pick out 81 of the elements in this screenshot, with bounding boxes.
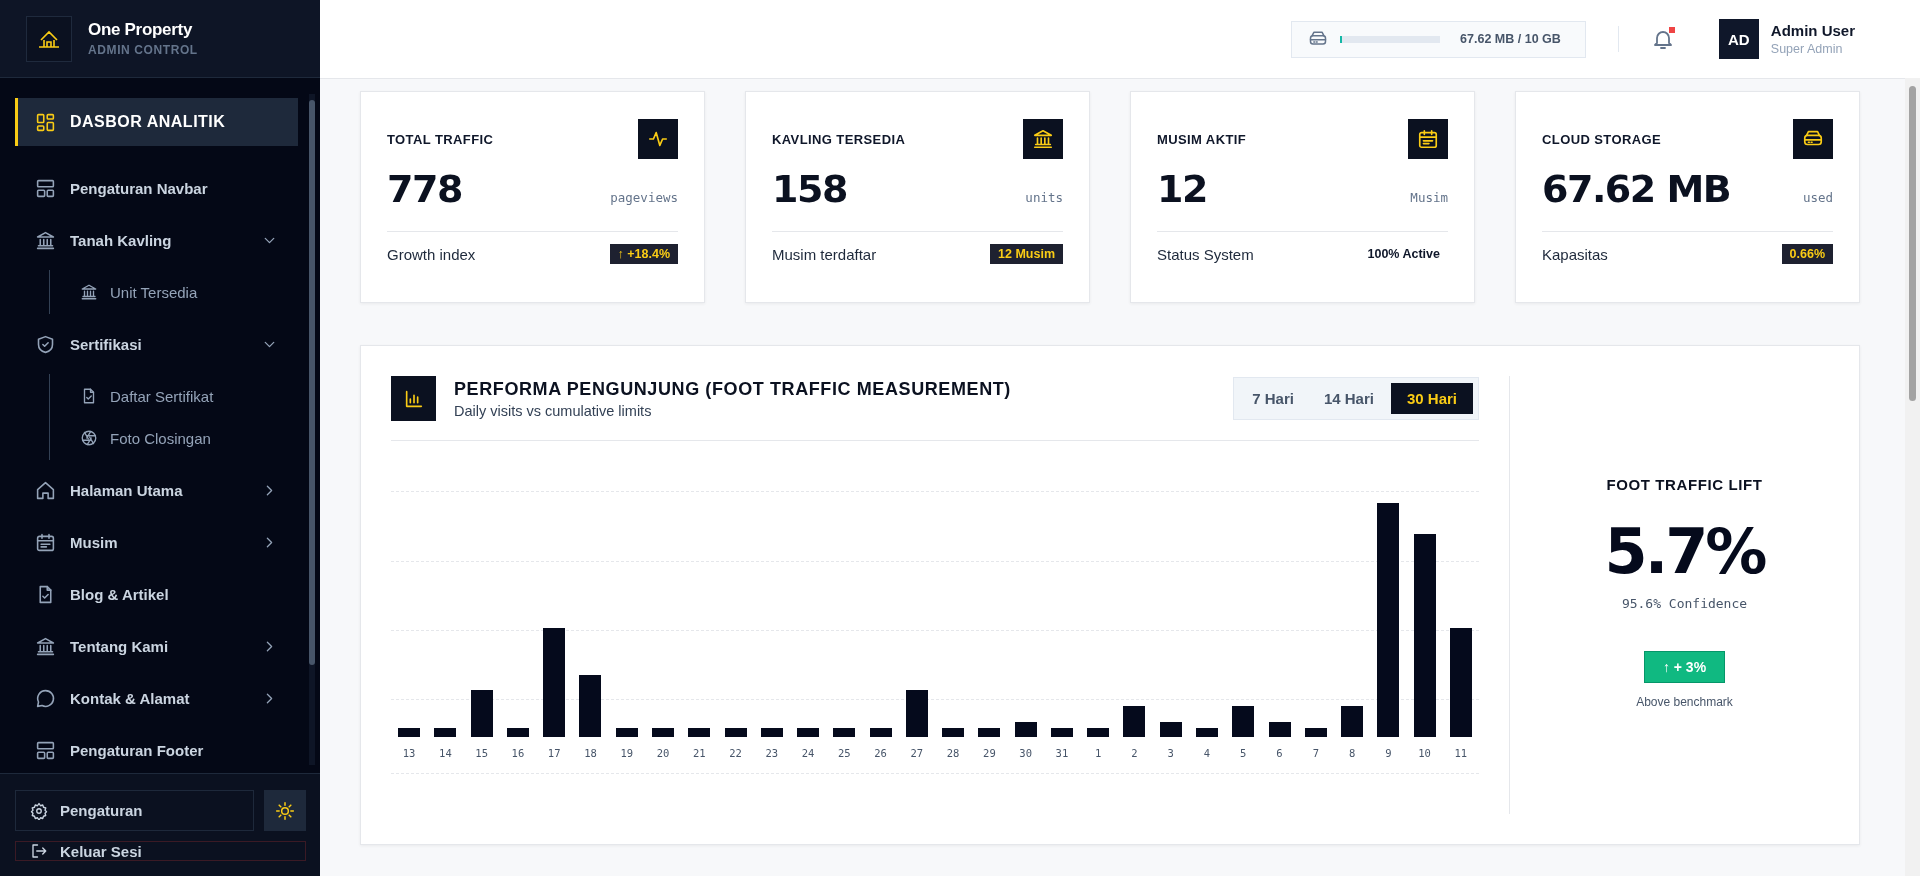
card-unit: pageviews (610, 190, 678, 205)
card-unit: Musim (1410, 190, 1448, 205)
nav-item[interactable]: Halaman Utama (15, 468, 298, 512)
axis-label: 6 (1275, 747, 1284, 759)
axis-label: 3 (1166, 747, 1175, 759)
axis-label: 15 (474, 747, 489, 759)
card-badge: ↑ +18.4% (609, 244, 678, 264)
axis-label: 4 (1202, 747, 1212, 759)
card-unit: used (1802, 190, 1833, 205)
nav-item[interactable]: Kontak & Alamat (15, 676, 298, 720)
axis-label: 23 (764, 747, 780, 759)
axis-label: 9 (1384, 747, 1393, 759)
nav-subitem[interactable]: Daftar Sertifikat (50, 376, 298, 416)
panel-title: PERFORMA PENGUNJUNG (FOOT TRAFFIC MEASUREMENT) (454, 378, 1012, 400)
card-badge: 12 Musim (990, 244, 1063, 264)
axis-label: 21 (691, 747, 707, 759)
nav-item[interactable]: DASBOR ANALITIK (15, 98, 298, 146)
axis-label: 1 (1094, 747, 1103, 759)
card-value: 158 (772, 167, 847, 211)
user-name: Admin User (1770, 22, 1855, 39)
axis-label: 8 (1347, 747, 1357, 759)
logout-button[interactable]: Keluar Sesi (15, 841, 306, 861)
card-footer-label: Status System (1157, 245, 1254, 263)
nav-item[interactable]: Tanah Kavling (15, 218, 298, 262)
card-footer-label: Musim terdaftar (772, 245, 877, 263)
axis-label: 28 (945, 747, 961, 759)
brand-name: One Property (88, 20, 194, 40)
user-role: Super Admin (1770, 42, 1844, 56)
axis-label: 27 (909, 747, 925, 759)
axis-label: 31 (1054, 747, 1070, 759)
axis-label: 22 (728, 747, 743, 759)
card-value: 67.62 MB (1542, 167, 1731, 211)
axis-label: 10 (1417, 747, 1432, 759)
card-footer-label: Kapasitas (1542, 245, 1608, 263)
lift-note: Above benchmark (1636, 695, 1733, 709)
nav-item[interactable]: Musim (15, 520, 298, 564)
range-tab[interactable]: 30 Hari (1390, 383, 1473, 414)
card-badge: 0.66% (1781, 244, 1833, 264)
card-title: MUSIM AKTIF (1157, 131, 1247, 147)
nav-subitem[interactable]: Unit Tersedia (50, 272, 298, 312)
axis-label: 11 (1453, 747, 1469, 759)
axis-label: 7 (1311, 747, 1320, 759)
axis-label: 24 (800, 747, 816, 759)
axis-label: 26 (873, 747, 888, 759)
nav-subitem[interactable]: Foto Closingan (50, 418, 298, 458)
nav-item[interactable]: Pengaturan Footer (15, 728, 298, 772)
card-title: CLOUD STORAGE (1542, 131, 1662, 147)
axis-label: 25 (837, 747, 852, 759)
axis-label: 16 (510, 747, 526, 759)
card-value: 12 (1157, 167, 1207, 211)
storage-reading: 67.62 MB / 10 GB (1460, 32, 1561, 46)
nav-item[interactable]: Sertifikasi (15, 322, 298, 366)
axis-label: 30 (1018, 747, 1033, 759)
card-value: 778 (387, 167, 462, 211)
axis-label: 29 (982, 747, 997, 759)
card-footer-label: Growth index (387, 245, 476, 263)
nav-item[interactable]: Tentang Kami (15, 624, 298, 668)
card-unit: units (1025, 190, 1063, 205)
axis-label: 20 (655, 747, 671, 759)
brand-subtitle: ADMIN CONTROL (88, 43, 198, 57)
nav-item[interactable]: Pengaturan Navbar (15, 166, 298, 210)
axis-label: 13 (401, 747, 417, 759)
axis-label: 17 (546, 747, 562, 759)
axis-label: 18 (583, 747, 598, 759)
nav-item[interactable]: Blog & Artikel (15, 572, 298, 616)
user-avatar[interactable]: AD (1718, 19, 1759, 59)
axis-label: 5 (1239, 747, 1248, 759)
axis-label: 2 (1130, 747, 1139, 759)
range-tab[interactable]: 14 Hari (1310, 383, 1387, 414)
lift-confidence: 95.6% Confidence (1621, 596, 1748, 611)
panel-subtitle: Daily visits vs cumulative limits (454, 402, 653, 419)
lift-value: 5.7% (1604, 515, 1765, 588)
card-title: KAVLING TERSEDIA (772, 131, 906, 147)
lift-change-badge: ↑ + 3% (1643, 651, 1726, 683)
lift-title: FOOT TRAFFIC LIFT (1606, 476, 1763, 493)
card-footer-value: 100% Active (1366, 246, 1441, 263)
card-title: TOTAL TRAFFIC (387, 131, 494, 147)
range-tab[interactable]: 7 Hari (1239, 383, 1307, 414)
axis-label: 19 (619, 747, 635, 759)
settings-button[interactable]: Pengaturan (15, 790, 254, 831)
axis-label: 14 (438, 747, 453, 759)
